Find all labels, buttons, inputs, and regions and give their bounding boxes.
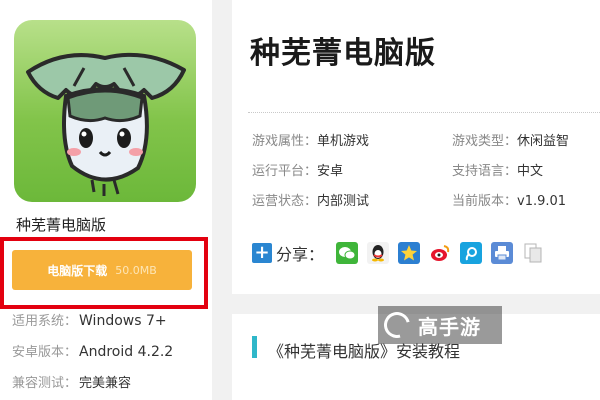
section-accent-bar bbox=[252, 336, 257, 358]
share-bar: + 分享： bbox=[252, 240, 553, 266]
attr-game-property: 游戏属性：单机游戏 bbox=[252, 134, 370, 149]
download-button-label: 电脑版下载 bbox=[47, 263, 108, 278]
share-plus-icon[interactable]: + bbox=[252, 243, 272, 263]
app-name: 种芜菁电脑版 bbox=[16, 216, 107, 234]
attr-platform: 运行平台：安卓 bbox=[252, 164, 344, 179]
divider bbox=[248, 112, 600, 113]
download-size: 50.0MB bbox=[115, 263, 157, 277]
attr-language: 支持语言：中文 bbox=[452, 164, 544, 179]
page-title: 种芜菁电脑版 bbox=[250, 36, 436, 71]
tencent-weibo-icon[interactable] bbox=[460, 242, 483, 264]
info-compatibility: 兼容测试： 完美兼容 bbox=[12, 376, 132, 391]
site-watermark: 高手游 bbox=[378, 306, 502, 344]
watermark-text: 高手游 bbox=[418, 314, 481, 339]
app-detail-card: 种芜菁电脑版 游戏属性：单机游戏 游戏类型：休闲益智 运行平台：安卓 支持语言：… bbox=[232, 0, 600, 294]
wechat-icon[interactable] bbox=[336, 242, 359, 264]
pc-download-button[interactable]: 电脑版下载 50.0MB bbox=[12, 250, 192, 290]
app-sidebar-card: 种芜菁电脑版 电脑版下载 50.0MB 适用系统： Windows 7+ 安卓版本… bbox=[0, 0, 212, 400]
weibo-icon[interactable] bbox=[429, 242, 452, 264]
qzone-icon[interactable] bbox=[398, 242, 421, 264]
print-icon[interactable] bbox=[491, 242, 514, 264]
turnip-character-icon bbox=[26, 52, 186, 196]
attr-version: 当前版本：v1.9.01 bbox=[452, 194, 567, 209]
app-icon[interactable] bbox=[14, 20, 196, 202]
watermark-logo-icon bbox=[379, 307, 415, 343]
attr-game-type: 游戏类型：休闲益智 bbox=[452, 134, 570, 149]
qq-icon[interactable] bbox=[367, 242, 390, 264]
info-android-version: 安卓版本： Android 4.2.2 bbox=[12, 344, 174, 360]
copy-icon[interactable] bbox=[522, 242, 545, 264]
attr-operation-status: 运营状态：内部测试 bbox=[252, 194, 370, 209]
share-label: 分享： bbox=[276, 245, 325, 264]
info-system: 适用系统： Windows 7+ bbox=[12, 313, 167, 329]
